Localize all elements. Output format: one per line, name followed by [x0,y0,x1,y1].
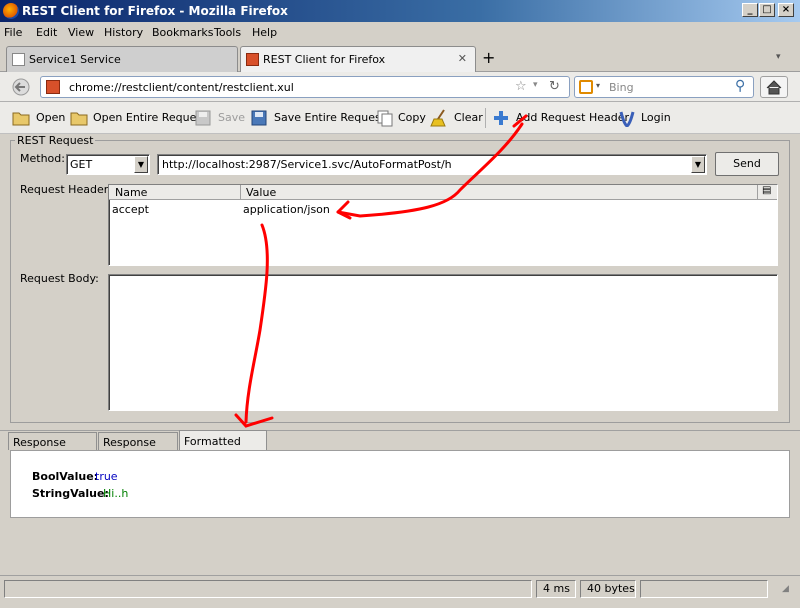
menu-view[interactable]: View [68,26,94,39]
menu-history[interactable]: History [104,26,143,39]
rest-request-title: REST Request [15,134,96,147]
method-value: GET [70,158,93,171]
navigation-bar: chrome://restclient/content/restclient.x… [0,72,800,102]
menu-file[interactable]: File [4,26,22,39]
tab-formatted-json[interactable]: Formatted JSON [179,430,267,461]
column-divider [757,185,758,199]
request-header-table[interactable]: Name Value ▤ accept application/json [108,184,778,266]
copy-button[interactable]: Copy [398,111,426,124]
tab-label: REST Client for Firefox [263,53,386,66]
header-value-cell: application/json [243,203,330,216]
dropdown-arrow-icon[interactable]: ▾ [533,80,538,90]
method-select[interactable]: GET ▼ [66,154,150,175]
broom-icon [430,109,446,127]
minimize-button[interactable]: _ [742,3,758,17]
send-button[interactable]: Send [715,152,779,176]
json-value-string: Hi..h [103,487,129,500]
add-header-plus-icon [494,111,508,125]
page-icon [12,53,25,66]
firefox-icon [3,3,19,19]
open-folder-icon [12,112,30,126]
toolbar-separator [485,108,486,128]
url-dropdown-icon[interactable]: ▼ [691,156,705,173]
method-label: Method: [20,152,65,165]
home-button[interactable] [760,76,788,98]
column-picker-icon[interactable]: ▤ [762,185,771,196]
menu-bookmarks[interactable]: Bookmarks [152,26,213,39]
header-table-head: Name Value ▤ [109,185,777,200]
menu-help[interactable]: Help [252,26,277,39]
back-icon[interactable] [12,78,32,96]
json-value-bool: true [95,470,118,483]
login-button[interactable]: Login [641,111,671,124]
close-tab-icon[interactable]: ✕ [458,52,467,65]
bing-icon [579,80,593,94]
menu-tools[interactable]: Tools [214,26,241,39]
rest-client-icon [246,53,259,66]
site-icon [46,80,60,94]
status-time: 4 ms [536,580,576,598]
home-icon [766,80,782,95]
status-progress [640,580,768,598]
tab-bar: Service1 Service REST Client for Firefox… [0,42,800,73]
search-input[interactable]: Bing [609,81,634,94]
maximize-button[interactable]: □ [759,3,775,17]
login-icon [619,111,635,127]
open-button[interactable]: Open [36,111,65,124]
resize-grip-icon[interactable]: ◢ [782,584,789,594]
new-tab-button[interactable]: + [482,48,495,67]
method-dropdown-icon[interactable]: ▼ [134,156,148,173]
tab-list-icon[interactable]: ▾ [776,52,781,62]
save-entire-request-button[interactable]: Save Entire Request [274,111,385,124]
clear-button[interactable]: Clear [454,111,483,124]
engine-dropdown-icon[interactable]: ▾ [596,81,600,90]
status-size: 40 bytes [580,580,636,598]
tab-response-body[interactable]: Response Body [98,432,178,462]
url-bar[interactable]: chrome://restclient/content/restclient.x… [40,76,570,98]
request-url-text: http://localhost:2987/Service1.svc/AutoF… [162,158,452,171]
copy-icon [377,110,393,127]
search-icon[interactable]: ⚲ [735,78,745,94]
tab-service1[interactable]: Service1 Service [6,46,238,72]
open-entire-folder-icon [70,112,88,126]
formatted-json-panel: BoolValue: true StringValue: Hi..h [10,450,790,518]
open-entire-request-button[interactable]: Open Entire Request [93,111,206,124]
status-bar: 4 ms 40 bytes ◢ [0,575,800,601]
column-divider [240,185,241,199]
table-row[interactable]: accept application/json [109,202,777,217]
search-bar[interactable]: ▾ Bing ⚲ [574,76,754,98]
add-request-header-button[interactable]: Add Request Header [516,111,629,124]
tab-response-header[interactable]: Response Header [8,432,97,462]
save-entire-disk-icon [251,110,267,126]
title-bar: REST Client for Firefox - Mozilla Firefo… [0,0,800,22]
window-title: REST Client for Firefox - Mozilla Firefo… [22,4,288,18]
close-window-button[interactable]: × [778,3,794,17]
column-name[interactable]: Name [115,186,147,199]
header-name-cell: accept [112,203,149,216]
json-key: StringValue: [32,487,109,500]
request-body-label: Request Body: [20,272,99,285]
json-key: BoolValue: [32,470,99,483]
splitter[interactable] [0,430,800,431]
request-body-textarea[interactable] [108,274,778,411]
menu-bar: File Edit View History Bookmarks Tools H… [0,22,800,42]
save-disk-icon [195,110,211,126]
rest-toolbar: Open Open Entire Request Save Save Entir… [0,102,800,134]
tab-rest-client[interactable]: REST Client for Firefox ✕ [240,46,476,73]
request-header-label: Request Header: [20,183,112,196]
column-value[interactable]: Value [246,186,276,199]
menu-edit[interactable]: Edit [36,26,57,39]
save-button[interactable]: Save [218,111,245,124]
status-message [4,580,532,598]
url-input[interactable]: http://localhost:2987/Service1.svc/AutoF… [157,154,707,175]
tab-label: Service1 Service [29,53,121,66]
bookmark-star-icon[interactable]: ☆ [515,79,527,94]
url-text[interactable]: chrome://restclient/content/restclient.x… [69,81,294,94]
reload-icon[interactable]: ↻ [549,79,560,94]
